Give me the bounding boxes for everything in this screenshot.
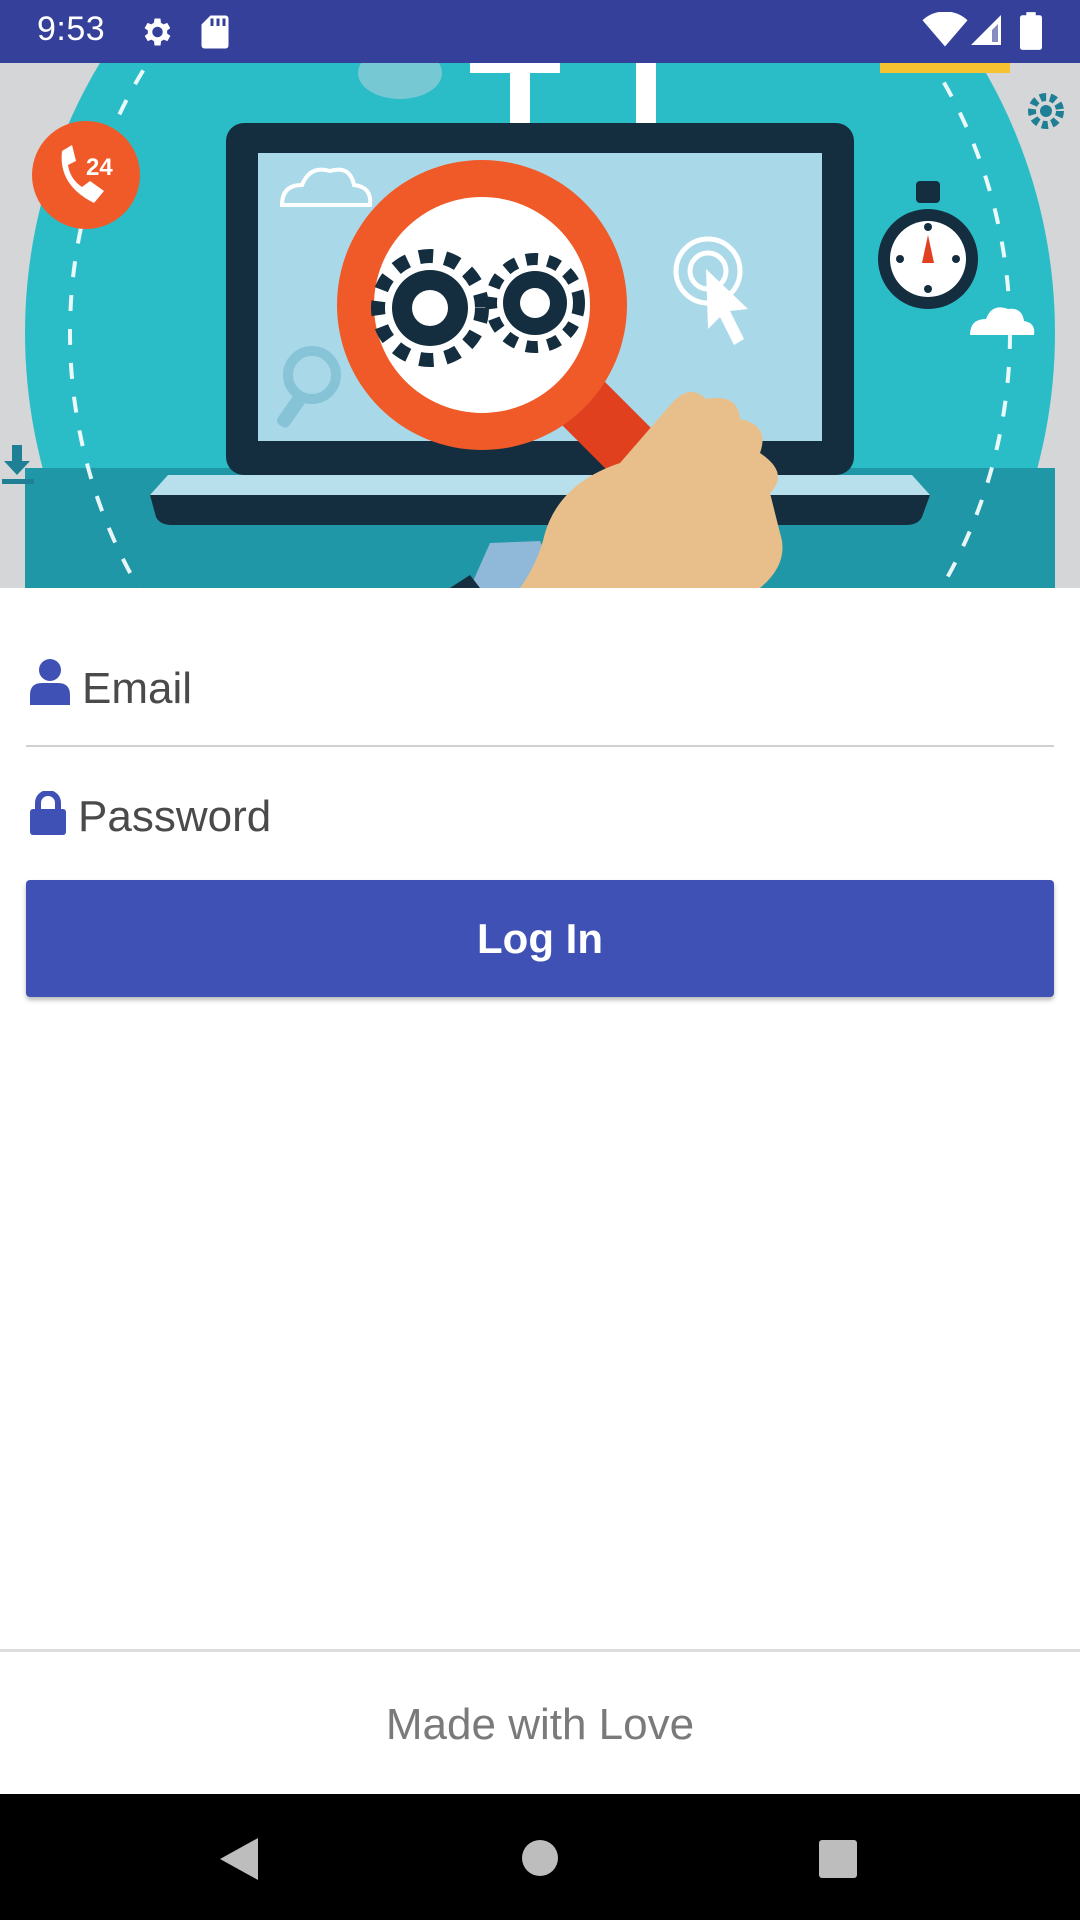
navigation-bar (0, 1794, 1080, 1920)
back-button[interactable] (170, 1794, 310, 1920)
phone-24-icon: 24 (32, 121, 140, 229)
gear-icon (144, 18, 171, 46)
hero-illustration: 24 (0, 63, 1080, 588)
password-input[interactable] (78, 782, 1038, 852)
recents-icon (819, 1840, 857, 1878)
back-icon (220, 1838, 258, 1880)
status-time: 9:53 (37, 10, 106, 48)
wifi-icon (922, 12, 968, 47)
password-field[interactable] (26, 770, 1054, 860)
footer-divider (0, 1649, 1080, 1652)
svg-text:24: 24 (86, 154, 113, 181)
home-icon (522, 1840, 558, 1876)
recents-button[interactable] (768, 1794, 908, 1920)
email-input[interactable] (82, 654, 1042, 724)
person-icon (30, 659, 70, 705)
footer-text: Made with Love (385, 1700, 695, 1749)
login-button[interactable]: Log In (26, 880, 1054, 997)
battery-icon (1020, 12, 1042, 50)
status-bar: 9:53 (0, 0, 1080, 63)
home-button[interactable] (470, 1794, 610, 1920)
sd-card-icon (201, 15, 229, 49)
email-field[interactable] (26, 640, 1054, 747)
cell-signal-icon (971, 15, 1001, 45)
lock-icon (30, 791, 66, 835)
